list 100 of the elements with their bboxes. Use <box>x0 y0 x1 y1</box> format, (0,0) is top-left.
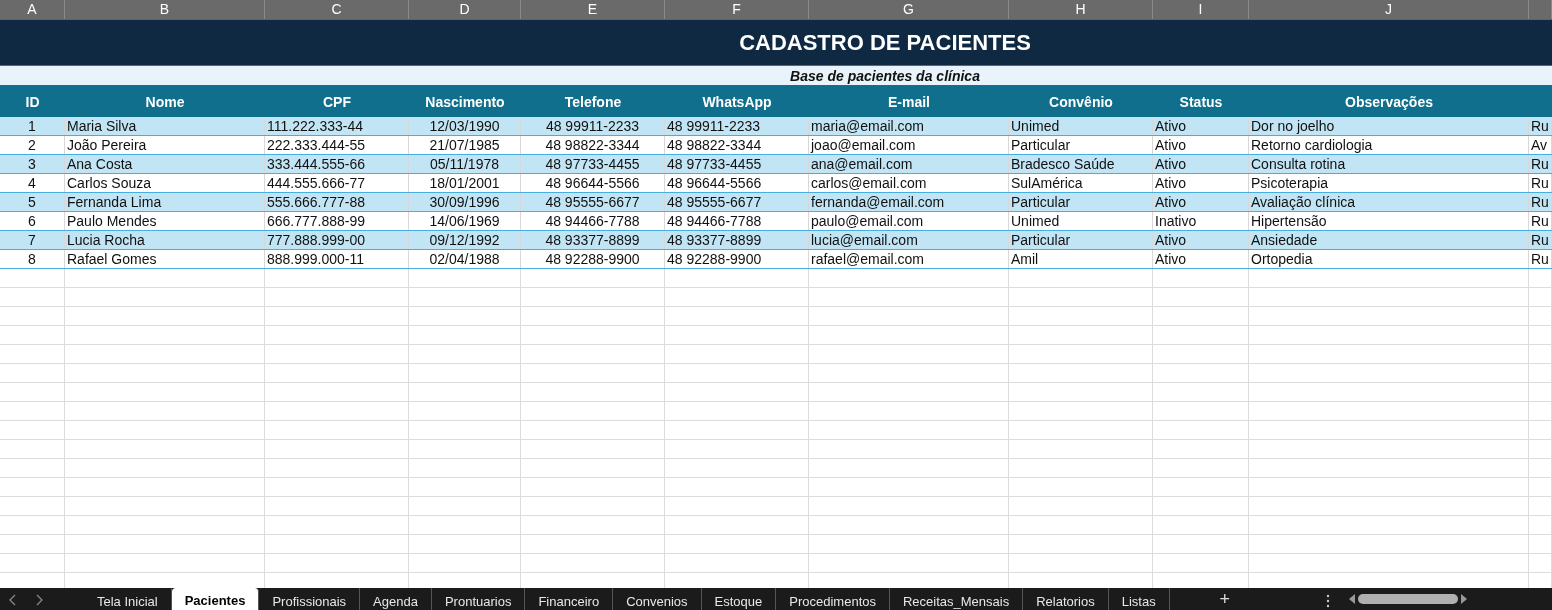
sheet-tab[interactable]: Profissionais <box>259 588 361 610</box>
table-cell: Dor no joelho <box>1249 117 1529 135</box>
table-cell: SulAmérica <box>1009 174 1153 192</box>
table-cell: rafael@email.com <box>809 250 1009 268</box>
table-cell: 7 <box>0 231 65 249</box>
more-icon[interactable] <box>1325 594 1330 608</box>
table-cell: paulo@email.com <box>809 212 1009 230</box>
sheet-tab[interactable]: Pacientes <box>171 588 260 610</box>
table-cell: 48 92288-9900 <box>665 250 809 268</box>
column-header[interactable]: C <box>265 0 409 19</box>
table-cell: 48 96644-5566 <box>665 174 809 192</box>
table-cell: 48 95555-6677 <box>665 193 809 211</box>
table-cell: 1 <box>0 117 65 135</box>
table-cell: 02/04/1988 <box>409 250 521 268</box>
table-cell: 777.888.999-00 <box>265 231 409 249</box>
header-cell-text: CPF <box>322 92 352 112</box>
header-cell-text: E-mail <box>887 92 931 112</box>
sheet-subtitle: Base de pacientes da clínica <box>790 67 980 84</box>
table-cell: 05/11/1978 <box>409 155 521 173</box>
table-cell: Ana Costa <box>65 155 265 173</box>
sheet-tab[interactable]: Receitas_Mensais <box>890 588 1024 610</box>
column-header[interactable]: E <box>521 0 665 19</box>
header-cell-text: Nascimento <box>424 92 506 112</box>
table-cell: Ativo <box>1153 155 1249 173</box>
table-cell: Ativo <box>1153 231 1249 249</box>
table-cell: 48 94466-7788 <box>665 212 809 230</box>
sheet-tab[interactable]: Listas <box>1108 588 1170 610</box>
table-cell: fernanda@email.com <box>809 193 1009 211</box>
header-cell-text: Nome <box>144 92 186 112</box>
table-cell: Psicoterapia <box>1249 174 1529 192</box>
header-cell-text: WhatsApp <box>701 92 773 112</box>
sheet-tab[interactable]: Tela Inicial <box>84 588 172 610</box>
sheet-tab[interactable]: Agenda <box>360 588 432 610</box>
table-cell: 444.555.666-77 <box>265 174 409 192</box>
column-header[interactable]: A <box>0 0 65 19</box>
sheet-tab[interactable]: Relatorios <box>1023 588 1109 610</box>
table-cell: Bradesco Saúde <box>1009 155 1153 173</box>
table-cell: lucia@email.com <box>809 231 1009 249</box>
scrollbar-thumb[interactable] <box>1357 594 1458 604</box>
add-sheet-button[interactable]: + <box>1209 588 1240 610</box>
table-cell: 48 98822-3344 <box>521 136 665 154</box>
table-cell: Carlos Souza <box>65 174 265 192</box>
column-header[interactable]: F <box>665 0 809 19</box>
sheet-tab[interactable]: Convenios <box>613 588 702 610</box>
table-cell: Ru <box>1529 174 1552 192</box>
table-cell: 48 99911-2233 <box>521 117 665 135</box>
table-cell: Ativo <box>1153 174 1249 192</box>
table-cell: 18/01/2001 <box>409 174 521 192</box>
table-cell: 48 97733-4455 <box>521 155 665 173</box>
header-cell-text: Status <box>1178 92 1224 112</box>
sheet-tab[interactable]: Financeiro <box>525 588 614 610</box>
table-cell: 555.666.777-88 <box>265 193 409 211</box>
table-cell: 48 92288-9900 <box>521 250 665 268</box>
table-cell: 111.222.333-44 <box>265 117 409 135</box>
header-cell-text: Observações <box>1344 92 1434 112</box>
table-cell: Hipertensão <box>1249 212 1529 230</box>
header-cell-text: Convênio <box>1048 92 1114 112</box>
table-cell: 333.444.555-66 <box>265 155 409 173</box>
table-cell: 48 97733-4455 <box>665 155 809 173</box>
table-cell: Retorno cardiologia <box>1249 136 1529 154</box>
table-cell: Ru <box>1529 250 1552 268</box>
table-cell: Av <box>1529 136 1552 154</box>
table-cell: Fernanda Lima <box>65 193 265 211</box>
table-cell: 48 95555-6677 <box>521 193 665 211</box>
table-cell: Lucia Rocha <box>65 231 265 249</box>
table-cell: Amil <box>1009 250 1153 268</box>
table-cell: 30/09/1996 <box>409 193 521 211</box>
table-cell: 666.777.888-99 <box>265 212 409 230</box>
table-cell: Unimed <box>1009 117 1153 135</box>
header-cell-text: Telefone <box>563 92 623 112</box>
table-cell: Consulta rotina <box>1249 155 1529 173</box>
table-cell: 6 <box>0 212 65 230</box>
table-cell: João Pereira <box>65 136 265 154</box>
table-cell: carlos@email.com <box>809 174 1009 192</box>
column-header[interactable]: H <box>1009 0 1153 19</box>
column-header[interactable]: G <box>809 0 1009 19</box>
column-header[interactable]: I <box>1153 0 1249 19</box>
table-cell: 14/06/1969 <box>409 212 521 230</box>
table-cell: Particular <box>1009 231 1153 249</box>
column-header[interactable]: J <box>1249 0 1529 19</box>
table-cell: Particular <box>1009 136 1153 154</box>
table-cell: Ru <box>1529 117 1552 135</box>
table-cell: Paulo Mendes <box>65 212 265 230</box>
table-cell: 3 <box>0 155 65 173</box>
sheet-tab[interactable]: Prontuarios <box>431 588 526 610</box>
sheet-tab[interactable]: Estoque <box>701 588 777 610</box>
table-cell: Maria Silva <box>65 117 265 135</box>
table-cell: 48 96644-5566 <box>521 174 665 192</box>
sheet-title: CADASTRO DE PACIENTES <box>739 29 1031 56</box>
table-cell: 8 <box>0 250 65 268</box>
table-cell: 222.333.444-55 <box>265 136 409 154</box>
column-header[interactable]: B <box>65 0 265 19</box>
table-cell: Ativo <box>1153 136 1249 154</box>
table-cell: 48 93377-8899 <box>521 231 665 249</box>
table-cell: Ativo <box>1153 250 1249 268</box>
table-cell: Avaliação clínica <box>1249 193 1529 211</box>
table-cell: Ativo <box>1153 193 1249 211</box>
sheet-tab[interactable]: Procedimentos <box>776 588 890 610</box>
column-header[interactable]: D <box>409 0 521 19</box>
table-cell: Particular <box>1009 193 1153 211</box>
